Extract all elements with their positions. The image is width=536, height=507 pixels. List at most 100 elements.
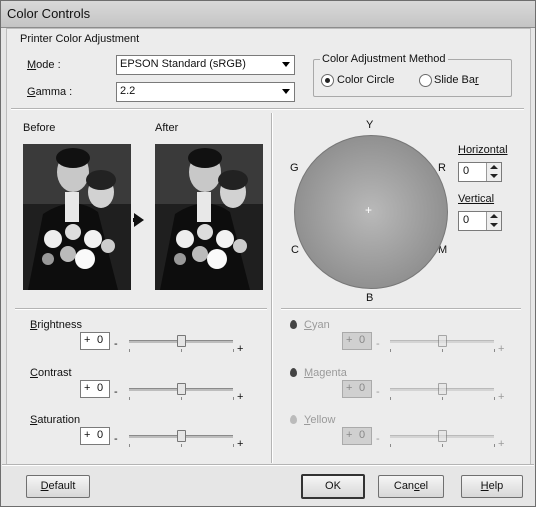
slider-value-box: + 0 [342, 380, 372, 398]
slider-thumb [438, 383, 447, 395]
gamma-value: 2.2 [120, 85, 136, 97]
mode-value: EPSON Standard (sRGB) [120, 58, 246, 70]
before-label: Before [23, 122, 56, 134]
sign: + [346, 334, 353, 346]
circle-label-b: B [366, 292, 374, 304]
slider-thumb[interactable] [177, 430, 186, 442]
slider-value-box[interactable]: + 0 [80, 427, 110, 445]
value: 0 [359, 429, 366, 441]
printer-adjustment-title: Printer Color Adjustment [20, 33, 140, 45]
slider-tick [494, 444, 495, 447]
crosshair-icon[interactable]: + [365, 203, 372, 217]
minus-mark: - [376, 433, 380, 445]
slider-thumb [438, 335, 447, 347]
slider-label: Saturation [30, 414, 81, 426]
slider-thumb[interactable] [177, 383, 186, 395]
before-image [23, 144, 131, 290]
slider-label: Brightness [30, 319, 82, 331]
after-label: After [155, 122, 179, 134]
minus-mark: - [114, 386, 118, 398]
slider-tick [129, 397, 130, 400]
default-button[interactable]: Default [26, 475, 90, 498]
value: 0 [97, 429, 104, 441]
slide-bar-radio[interactable] [419, 74, 432, 87]
slider-tick [442, 444, 443, 447]
cancel-button[interactable]: Cancel [378, 475, 444, 498]
spin-buttons[interactable] [486, 212, 501, 230]
circle-label-g: G [290, 162, 299, 174]
sign: + [346, 382, 353, 394]
gamma-label: Gamma : [27, 86, 73, 98]
plus-mark: + [237, 391, 244, 403]
after-image [155, 144, 263, 290]
title-bar: Color Controls [1, 1, 535, 28]
spin-up-icon[interactable] [490, 165, 498, 169]
color-controls-window: Color Controls Printer Color Adjustment … [0, 0, 536, 507]
spin-buttons[interactable] [486, 163, 501, 181]
minus-mark: - [114, 338, 118, 350]
spin-down-icon[interactable] [490, 223, 498, 227]
slider-tick [494, 349, 495, 352]
cyan-drop-icon [290, 320, 297, 329]
slider-tick [233, 397, 234, 400]
magenta-drop-icon [290, 368, 297, 377]
sign: + [84, 429, 91, 441]
slider-thumb[interactable] [177, 335, 186, 347]
slider-tick [390, 444, 391, 447]
slider-value-box: + 0 [342, 427, 372, 445]
slider-tick [233, 444, 234, 447]
divider [2, 464, 534, 466]
circle-label-r: R [438, 162, 446, 174]
color-circle-label: Color Circle [337, 74, 395, 86]
vertical-divider [271, 113, 273, 463]
slider-label: Cyan [304, 319, 330, 331]
vertical-value: 0 [463, 214, 470, 226]
spin-down-icon[interactable] [490, 174, 498, 178]
slider-label: Yellow [304, 414, 336, 426]
slider-tick [129, 444, 130, 447]
chevron-down-icon [282, 89, 290, 94]
sign: + [84, 334, 91, 346]
sign: + [346, 429, 353, 441]
slider-value-box[interactable]: + 0 [80, 380, 110, 398]
value: 0 [97, 334, 104, 346]
plus-mark: + [498, 391, 505, 403]
horizontal-spinner[interactable]: 0 [458, 162, 502, 182]
main-panel: Printer Color Adjustment Mode : EPSON St… [6, 28, 531, 466]
mode-label: Mode : [27, 59, 61, 71]
adjustment-method-title: Color Adjustment Method [320, 53, 448, 65]
slider-thumb [438, 430, 447, 442]
slider-tick [181, 349, 182, 352]
minus-mark: - [114, 433, 118, 445]
vertical-spinner[interactable]: 0 [458, 211, 502, 231]
slider-label: Magenta [304, 367, 347, 379]
color-circle[interactable]: + [294, 135, 448, 289]
slide-bar-label: Slide Bar [434, 74, 479, 86]
arrow-shaft [133, 218, 137, 222]
minus-mark: - [376, 338, 380, 350]
slider-label: Contrast [30, 367, 72, 379]
circle-label-y: Y [366, 119, 374, 131]
slider-tick [129, 349, 130, 352]
minus-mark: - [376, 386, 380, 398]
vertical-label: Vertical [458, 193, 495, 205]
plus-mark: + [237, 343, 244, 355]
slider-tick [442, 349, 443, 352]
plus-mark: + [498, 438, 505, 450]
slider-tick [390, 349, 391, 352]
color-circle-radio[interactable] [321, 74, 334, 87]
slider-tick [390, 397, 391, 400]
divider [11, 108, 524, 110]
help-button[interactable]: Help [461, 475, 523, 498]
gamma-select[interactable]: 2.2 [116, 82, 295, 102]
value: 0 [97, 382, 104, 394]
plus-mark: + [498, 343, 505, 355]
divider [281, 308, 521, 310]
horizontal-label: Horizontal [458, 144, 508, 156]
mode-select[interactable]: EPSON Standard (sRGB) [116, 55, 295, 75]
spin-up-icon[interactable] [490, 214, 498, 218]
value: 0 [359, 334, 366, 346]
ok-button[interactable]: OK [301, 474, 365, 499]
slider-value-box[interactable]: + 0 [80, 332, 110, 350]
chevron-down-icon [282, 62, 290, 67]
